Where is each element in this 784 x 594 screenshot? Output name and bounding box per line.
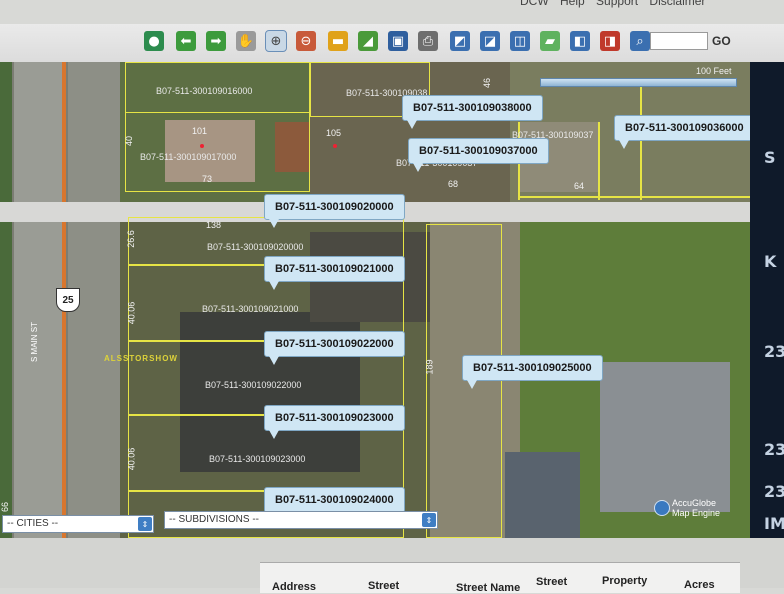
parcel-callout[interactable]: B07-511-300109037000 [408,138,549,172]
edit-icon[interactable]: ◫ [510,31,530,51]
cities-select-value: -- CITIES -- [7,518,59,529]
address-point [333,144,337,148]
column-header[interactable]: Acres [684,579,715,591]
lot-number: 101 [192,126,208,136]
parcel-line [640,82,642,200]
zoom-in-icon[interactable]: ⊕ [265,30,287,52]
globe-icon[interactable]: ● [144,31,164,51]
cities-select[interactable]: -- CITIES -- ⇕ [2,515,154,533]
label-icon[interactable]: ◧ [570,31,590,51]
faded-map-label: ALSSTORSHOW [104,354,178,363]
identify-icon[interactable]: ◪ [480,31,500,51]
scale-label: 100 Feet [696,66,732,76]
edge-fragment: 23 [764,482,784,501]
map-ground [0,62,12,538]
screen-edge: S K 23 23 23 IM [750,62,784,538]
parcel-callout[interactable]: B07-511-300109022000 [264,331,405,365]
edge-fragment: S [764,148,776,167]
search-input[interactable] [650,32,708,50]
attribution-line: AccuGlobe [672,498,717,508]
menu-help[interactable]: Help [560,0,585,8]
map-ground [505,452,580,538]
save-icon[interactable]: ▣ [388,31,408,51]
map-attribution: AccuGlobe Map Engine [654,498,720,518]
lot-number: 40.06 [126,447,137,471]
parcel-callout[interactable]: B07-511-300109024000 [264,487,405,521]
parcel-callout[interactable]: B07-511-300109021000 [264,256,405,290]
edge-fragment: 23 [764,342,784,361]
pan-hand-icon[interactable]: ✋ [236,31,256,51]
parcel-id-label: B07-511-300109023000 [209,454,306,464]
area-measure-icon[interactable]: ◢ [358,31,378,51]
lot-number: 73 [202,174,213,184]
lot-number: 68 [448,179,459,189]
column-header[interactable]: Street Name [456,582,520,594]
parcel-callout[interactable]: B07-511-300109036000 [614,115,750,149]
subdivisions-select-value: -- SUBDIVISIONS -- [169,514,260,525]
lot-number: 189 [424,359,435,375]
lot-number: 40 [124,135,135,147]
parcel-line [520,196,750,198]
parcel-callout[interactable]: B07-511-300109023000 [264,405,405,439]
parcel-outline [426,224,502,538]
search-icon[interactable]: ⌕ [630,31,650,51]
parcel-line [598,122,600,200]
subdivisions-select[interactable]: -- SUBDIVISIONS -- ⇕ [164,511,438,529]
route-shield-icon: 25 [56,288,80,312]
measure-ruler-icon[interactable]: ▬ [328,31,348,51]
parcel-id-label: B07-511-300109020000 [207,242,304,252]
arrow-right-icon[interactable]: ➡ [206,31,226,51]
edge-fragment: K [764,252,777,271]
lot-number: 66 [0,501,11,513]
attribution-line: Map Engine [672,508,721,518]
zoom-out-icon[interactable]: ⊖ [296,31,316,51]
column-header[interactable]: Street [536,576,567,588]
menu-disclaimer[interactable]: Disclaimer [649,0,705,8]
map-view[interactable]: 100 Feet 25 S MAIN ST ALSSTORSHOW 101 10… [0,62,750,538]
comment-icon[interactable]: ▰ [540,31,560,51]
clear-icon[interactable]: ◨ [600,31,620,51]
print-icon[interactable]: ⎙ [418,31,438,51]
lot-number: 138 [206,220,222,230]
top-menu: DCW Help Support Disclaimer [520,0,713,8]
column-header[interactable]: Property [602,575,647,587]
parcel-callout[interactable]: B07-511-300109025000 [462,355,603,389]
scale-bar [540,78,737,87]
menu-dcw[interactable]: DCW [520,0,549,8]
chevron-down-icon: ⇕ [422,513,436,527]
go-button[interactable]: GO [712,34,731,48]
column-header[interactable]: Street [368,580,399,592]
column-header[interactable]: Address [272,581,316,593]
parcel-callout[interactable]: B07-511-300109038000 [402,95,543,129]
parcel-id-label: B07-511-300109016000 [156,86,253,96]
parcel-id-label: B07-511-300109021000 [202,304,299,314]
route-number: 25 [62,294,74,306]
menu-support[interactable]: Support [596,0,638,8]
select-icon[interactable]: ◩ [450,31,470,51]
parcel-callout[interactable]: B07-511-300109020000 [264,194,405,228]
lot-number: 64 [574,181,585,191]
lot-number: 40.06 [126,301,137,325]
parcel-id-label: B07-511-300109017000 [140,152,237,162]
lot-number: 46 [482,77,493,89]
chevron-down-icon: ⇕ [138,517,152,531]
map-ground [600,362,730,512]
results-panel: Address Street Street Name Street Proper… [0,538,784,594]
edge-fragment: 23 [764,440,784,459]
lot-number: 105 [326,128,342,138]
edge-fragment: IM [764,514,784,533]
results-table-header: Address Street Street Name Street Proper… [260,562,740,594]
address-point [200,144,204,148]
map-toolbar: ● ⬅ ➡ ✋ ⊕ ⊖ ▬ ◢ ▣ ⎙ ◩ ◪ ◫ ▰ ◧ ◨ ⌕ GO [0,24,784,62]
arrow-left-icon[interactable]: ⬅ [176,31,196,51]
street-label: S MAIN ST [30,321,39,362]
parcel-id-label: B07-511-300109022000 [205,380,302,390]
lot-number: 26.6 [125,230,136,248]
